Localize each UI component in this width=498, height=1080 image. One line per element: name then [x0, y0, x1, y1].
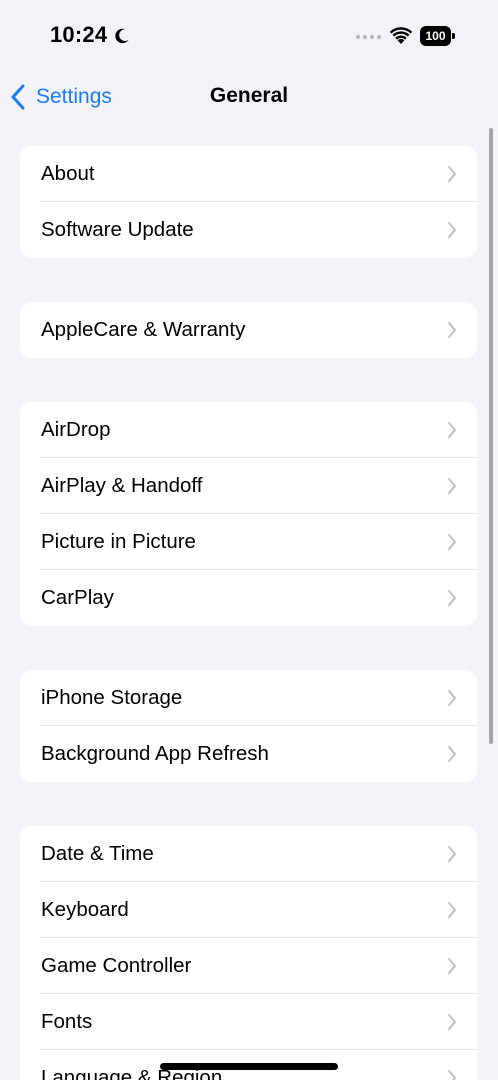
settings-general-screen: 10:24 100 Settings General About Softwar… — [0, 0, 498, 1080]
chevron-right-icon — [447, 1013, 457, 1031]
status-time: 10:24 — [50, 22, 108, 47]
list-item-label: Date & Time — [41, 842, 154, 865]
list-item-applecare-warranty[interactable]: AppleCare & Warranty — [20, 302, 477, 358]
chevron-right-icon — [447, 1069, 457, 1080]
list-item-software-update[interactable]: Software Update — [20, 202, 477, 258]
settings-group-locale: Date & Time Keyboard Game Controller Fon… — [20, 826, 477, 1080]
list-item-fonts[interactable]: Fonts — [20, 994, 477, 1050]
list-item-label: AirDrop — [41, 418, 111, 441]
status-bar: 10:24 100 — [0, 0, 498, 72]
battery-level: 100 — [420, 26, 451, 46]
list-item-label: Software Update — [41, 218, 194, 241]
chevron-right-icon — [447, 589, 457, 607]
list-item-background-app-refresh[interactable]: Background App Refresh — [20, 726, 477, 782]
navigation-bar: Settings General — [0, 72, 498, 122]
chevron-right-icon — [447, 957, 457, 975]
chevron-right-icon — [447, 221, 457, 239]
list-item-about[interactable]: About — [20, 146, 477, 202]
list-item-game-controller[interactable]: Game Controller — [20, 938, 477, 994]
home-indicator[interactable] — [160, 1063, 338, 1070]
list-item-keyboard[interactable]: Keyboard — [20, 882, 477, 938]
list-item-label: Background App Refresh — [41, 742, 269, 765]
list-item-label: iPhone Storage — [41, 686, 183, 709]
list-item-label: CarPlay — [41, 586, 114, 609]
list-item-iphone-storage[interactable]: iPhone Storage — [20, 670, 477, 726]
list-item-airdrop[interactable]: AirDrop — [20, 402, 477, 458]
wifi-icon — [389, 27, 413, 44]
chevron-right-icon — [447, 165, 457, 183]
list-item-label: Game Controller — [41, 954, 192, 977]
settings-group-applecare: AppleCare & Warranty — [20, 302, 477, 358]
list-item-label: Keyboard — [41, 898, 129, 921]
list-item-label: Fonts — [41, 1010, 93, 1033]
list-item-label: About — [41, 162, 95, 185]
list-item-date-time[interactable]: Date & Time — [20, 826, 477, 882]
page-title: General — [209, 84, 289, 107]
chevron-right-icon — [447, 745, 457, 763]
cellular-signal-icon — [356, 35, 381, 39]
list-item-label: Picture in Picture — [41, 530, 196, 553]
chevron-right-icon — [447, 321, 457, 339]
list-item-picture-in-picture[interactable]: Picture in Picture — [20, 514, 477, 570]
chevron-right-icon — [447, 477, 457, 495]
list-item-carplay[interactable]: CarPlay — [20, 570, 477, 626]
list-item-label: AppleCare & Warranty — [41, 318, 246, 341]
chevron-right-icon — [447, 845, 457, 863]
chevron-right-icon — [447, 689, 457, 707]
scroll-indicator[interactable] — [489, 128, 493, 744]
chevron-right-icon — [447, 421, 457, 439]
settings-group-about: About Software Update — [20, 146, 477, 258]
battery-icon: 100 — [420, 26, 456, 46]
settings-group-connectivity: AirDrop AirPlay & Handoff Picture in Pic… — [20, 402, 477, 626]
moon-icon — [115, 28, 129, 44]
chevron-right-icon — [447, 533, 457, 551]
list-item-label: AirPlay & Handoff — [41, 474, 203, 497]
list-item-airplay-handoff[interactable]: AirPlay & Handoff — [20, 458, 477, 514]
settings-group-storage: iPhone Storage Background App Refresh — [20, 670, 477, 782]
chevron-right-icon — [447, 901, 457, 919]
